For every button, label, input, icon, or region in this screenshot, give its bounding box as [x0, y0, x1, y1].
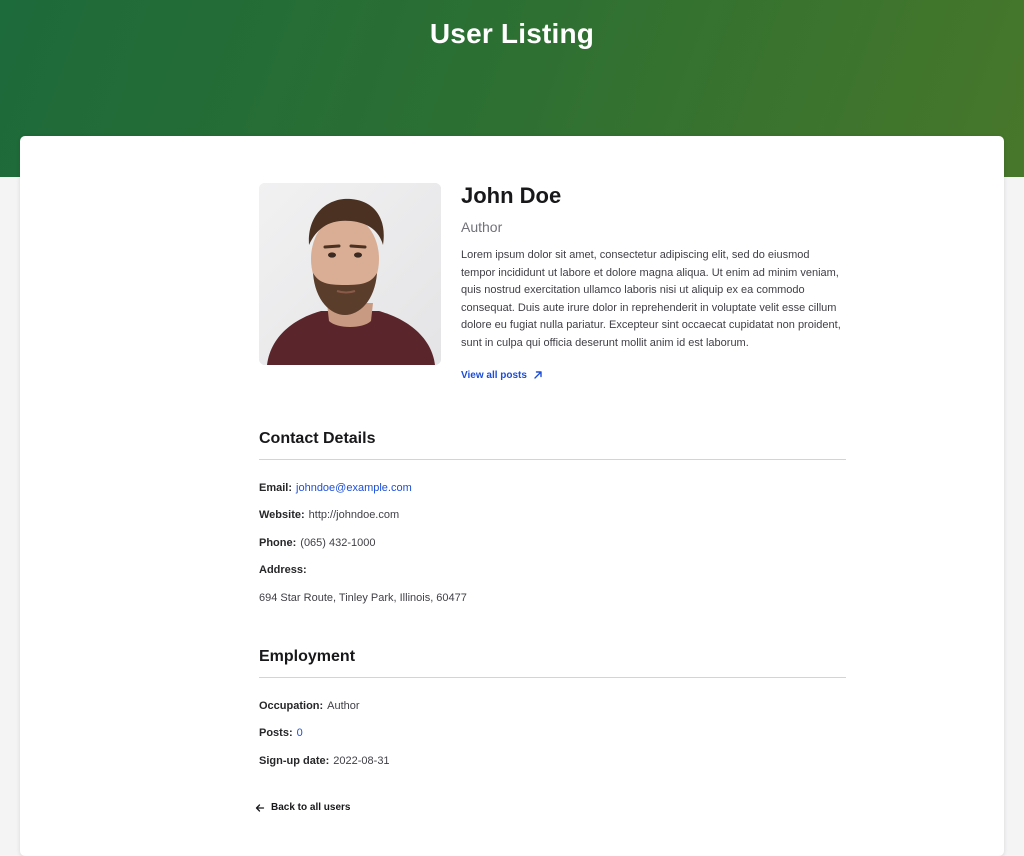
- user-bio: Lorem ipsum dolor sit amet, consectetur …: [461, 249, 841, 349]
- website-label: Website:: [259, 509, 305, 522]
- signup-date-row: Sign-up date: 2022-08-31: [259, 754, 846, 768]
- view-all-posts-label: View all posts: [461, 369, 527, 381]
- profile-summary: John Doe Author Lorem ipsum dolor sit am…: [259, 183, 846, 383]
- user-role: Author: [461, 219, 503, 235]
- profile-content: John Doe Author Lorem ipsum dolor sit am…: [255, 183, 846, 818]
- user-avatar: [259, 183, 441, 365]
- email-link[interactable]: johndoe@example.com: [296, 482, 412, 494]
- occupation-row: Occupation: Author: [259, 699, 846, 713]
- employment-list: Occupation: Author Posts: 0 Sign-up date: 2…: [259, 699, 846, 768]
- signup-date-value: 2022-08-31: [333, 754, 390, 767]
- profile-info: John Doe Author Lorem ipsum dolor sit am…: [461, 183, 846, 383]
- website-value: http://johndoe.com: [308, 509, 400, 522]
- contact-details-title: Contact Details: [259, 429, 376, 447]
- section-divider: [259, 676, 846, 678]
- contact-details-list: Email: johndoe@example.com Website: http:/…: [259, 481, 846, 605]
- occupation-value: Author: [327, 699, 360, 712]
- phone-value: (065) 432-1000: [300, 536, 376, 549]
- phone-row: Phone: (065) 432-1000: [259, 536, 846, 550]
- email-row: Email: johndoe@example.com: [259, 481, 846, 495]
- section-divider: [259, 458, 846, 460]
- employment-title: Employment: [259, 647, 356, 665]
- user-name: John Doe: [461, 183, 562, 208]
- occupation-label: Occupation:: [259, 699, 324, 712]
- address-row: Address:: [259, 563, 846, 577]
- employment-section: Employment Occupation: Author Posts: 0 Sig…: [259, 647, 846, 768]
- phone-label: Phone:: [259, 536, 297, 549]
- back-to-all-users-link[interactable]: Back to all users: [255, 802, 350, 813]
- address-label: Address:: [259, 564, 307, 577]
- posts-label: Posts:: [259, 727, 293, 740]
- arrow-left-icon: [255, 803, 265, 812]
- view-all-posts-link[interactable]: View all posts: [461, 370, 543, 381]
- posts-count-link[interactable]: 0: [297, 727, 303, 739]
- address-value: 694 Star Route, Tinley Park, Illinois, 6…: [259, 591, 467, 604]
- posts-row: Posts: 0: [259, 726, 846, 740]
- arrow-up-right-icon: [534, 371, 542, 379]
- contact-details-section: Contact Details Email: johndoe@example.co…: [259, 429, 846, 605]
- signup-date-label: Sign-up date:: [259, 754, 330, 767]
- page-title: User Listing: [429, 18, 595, 49]
- website-row: Website: http://johndoe.com: [259, 508, 846, 522]
- email-label: Email:: [259, 481, 293, 494]
- profile-card: John Doe Author Lorem ipsum dolor sit am…: [20, 136, 1004, 856]
- back-to-all-users-label: Back to all users: [271, 802, 351, 814]
